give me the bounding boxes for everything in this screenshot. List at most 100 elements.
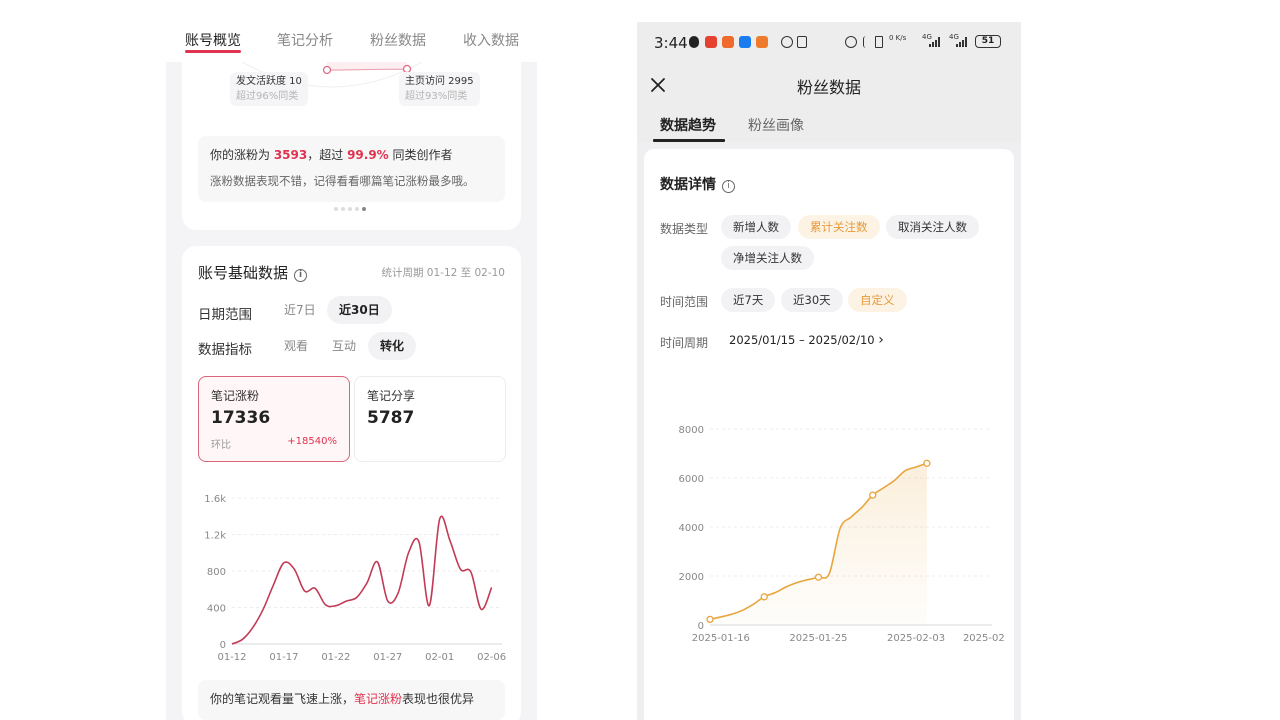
y-tick-label: 800 [207,567,226,578]
time-range-7d[interactable]: 近7天 [721,288,776,312]
period-value: 2025/01/15 – 2025/02/10 [729,333,875,347]
y-tick-label: 8000 [679,425,704,436]
basic-data-title: 账号基础数据 i [198,262,308,283]
activity-box: 发文活跃度 10 超过96%同类 [230,72,308,106]
tab-fan-portrait[interactable]: 粉丝画像 [748,115,804,135]
data-type-label: 数据类型 [660,222,709,236]
qq-icon [689,36,699,48]
period-label: 时间周期 [660,336,709,350]
vpn-icon [781,36,793,48]
y-tick-label: 0 [698,621,704,632]
cumulative-followers-chart: 0 2000 4000 6000 8000 2025-01-16 2025-01-25 202… [679,425,1004,644]
x-tick-label: 01-22 [321,652,350,663]
vibrate-icon [875,36,883,48]
summary-text: 你的笔记观看量飞速上涨，笔记涨粉表现也很优异 [198,680,505,720]
data-type-net[interactable]: 净增关注人数 [721,246,814,270]
metric-option-view[interactable]: 观看 [272,332,320,360]
signal-1-icon [929,37,940,47]
data-type-new[interactable]: 新增人数 [721,215,791,239]
app-icon-orange-2 [756,36,768,48]
battery-icon: 51 [975,35,1001,48]
y-tick-label: 0 [220,640,226,651]
tab-data-trend[interactable]: 数据趋势 [660,115,716,135]
y-tick-label: 1.6k [204,494,226,505]
data-detail-card: 数据详情 i 数据类型 新增人数 累计关注数 取消关注人数 净增关注人数 时间范围… [644,149,1014,720]
period-picker[interactable]: 2025/01/15 – 2025/02/10 › [729,332,884,348]
active-tab-underline [653,139,725,142]
pager-dots[interactable] [334,207,366,211]
page-title: 粉丝数据 [796,78,861,97]
date-range-label: 日期范围 [198,307,252,323]
series-area [710,463,927,625]
activity-label: 发文活跃度 10 [236,76,302,87]
bluetooth-icon [863,36,869,48]
data-point [760,593,768,601]
status-bar: 3:44 0 K/s 4G 4G 51 [637,22,1021,62]
tab-income-data[interactable]: 收入数据 [463,30,519,50]
x-tick-label: 01-12 [217,652,246,663]
y-tick-label: 1.2k [204,531,226,542]
y-tick-label: 2000 [679,572,704,583]
time-range-label: 时间范围 [660,295,709,309]
x-tick-label: 2025-01-25 [789,633,847,644]
status-time: 3:44 [654,34,688,52]
fan-growth-insight: 你的涨粉为 3593，超过 99.9% 同类创作者 涨粉数据表现不错，记得看看哪… [198,136,505,202]
app-icon-red [705,36,717,48]
x-tick-label: 2025-02-03 [887,633,945,644]
info-icon[interactable]: i [722,180,735,193]
left-screenshot: 账号概览 笔记分析 粉丝数据 收入数据 发文活跃度 10 超过96%同类 主页访… [166,0,537,720]
y-tick-label: 4000 [679,523,704,534]
chevron-right-icon: › [878,332,884,348]
tab-note-analysis[interactable]: 笔记分析 [277,30,333,50]
metric-option-interact[interactable]: 互动 [320,332,368,360]
x-tick-label: 01-27 [373,652,402,663]
time-range-30d[interactable]: 近30天 [781,288,843,312]
account-basic-data-card: 账号基础数据 i 统计周期 01-12 至 02-10 日期范围 近7日 近30日… [182,246,521,720]
x-tick-label: 2025-02-11 [963,633,1004,644]
alarm-icon [845,36,857,48]
data-point [923,459,931,467]
fan-growth-line-chart: 0 400 800 1.2k 1.6k 01-12 01-17 01-22 01-27 02-01… [204,494,506,663]
x-tick-label: 01-17 [269,652,298,663]
active-tab-underline [185,50,241,53]
detail-title: 数据详情 i [660,174,735,194]
data-point [706,615,714,624]
right-screenshot: 3:44 0 K/s 4G 4G 51 粉丝数据 数据趋势 粉丝画像 数据详情 i… [637,22,1021,720]
info-icon[interactable]: i [294,269,308,282]
app-icon-orange [722,36,734,48]
right-tab-bar: 数据趋势 粉丝画像 [637,108,1021,142]
home-visit-label: 主页访问 2995 [405,76,474,87]
metric-option-convert[interactable]: 转化 [368,332,417,360]
home-visit-sub: 超过93%同类 [405,91,468,102]
x-tick-label: 02-06 [477,652,506,663]
series-line [231,515,493,645]
data-point [869,491,877,499]
net-speed: 0 K/s [889,34,907,42]
left-tab-bar: 账号概览 笔记分析 粉丝数据 收入数据 [166,0,537,62]
page-header: 粉丝数据 [637,62,1021,108]
nfc-icon [797,36,807,48]
tab-account-overview[interactable]: 账号概览 [185,30,241,50]
activity-sub: 超过96%同类 [236,91,299,102]
x-tick-label: 02-01 [425,652,454,663]
time-range-custom[interactable]: 自定义 [848,288,907,312]
y-tick-label: 400 [207,604,226,615]
app-icon-blue [739,36,751,48]
x-tick-label: 2025-01-16 [692,633,750,644]
date-option-7d[interactable]: 近7日 [272,296,328,324]
insight-line1: 你的涨粉为 3593，超过 99.9% 同类创作者 [210,148,453,162]
data-type-unfollow[interactable]: 取消关注人数 [886,215,979,239]
date-option-30d[interactable]: 近30日 [327,296,392,324]
data-point [814,573,823,581]
metric-card-note-fans[interactable]: 笔记涨粉 17336 环比 +18540% [198,376,350,462]
y-tick-label: 6000 [679,474,704,485]
tab-fan-data[interactable]: 粉丝数据 [370,30,426,50]
home-visit-box: 主页访问 2995 超过93%同类 [399,72,480,106]
metric-label: 数据指标 [198,342,252,358]
signal-2-icon [956,37,967,47]
insight-card: 发文活跃度 10 超过96%同类 主页访问 2995 超过93%同类 你的涨粉为… [182,62,521,230]
stat-period: 统计周期 01-12 至 02-10 [381,267,505,279]
data-type-cumulative[interactable]: 累计关注数 [798,215,880,239]
metric-card-note-share[interactable]: 笔记分享 5787 [354,376,506,462]
insight-line2: 涨粉数据表现不错，记得看看哪篇笔记涨粉最多哦。 [210,174,475,188]
